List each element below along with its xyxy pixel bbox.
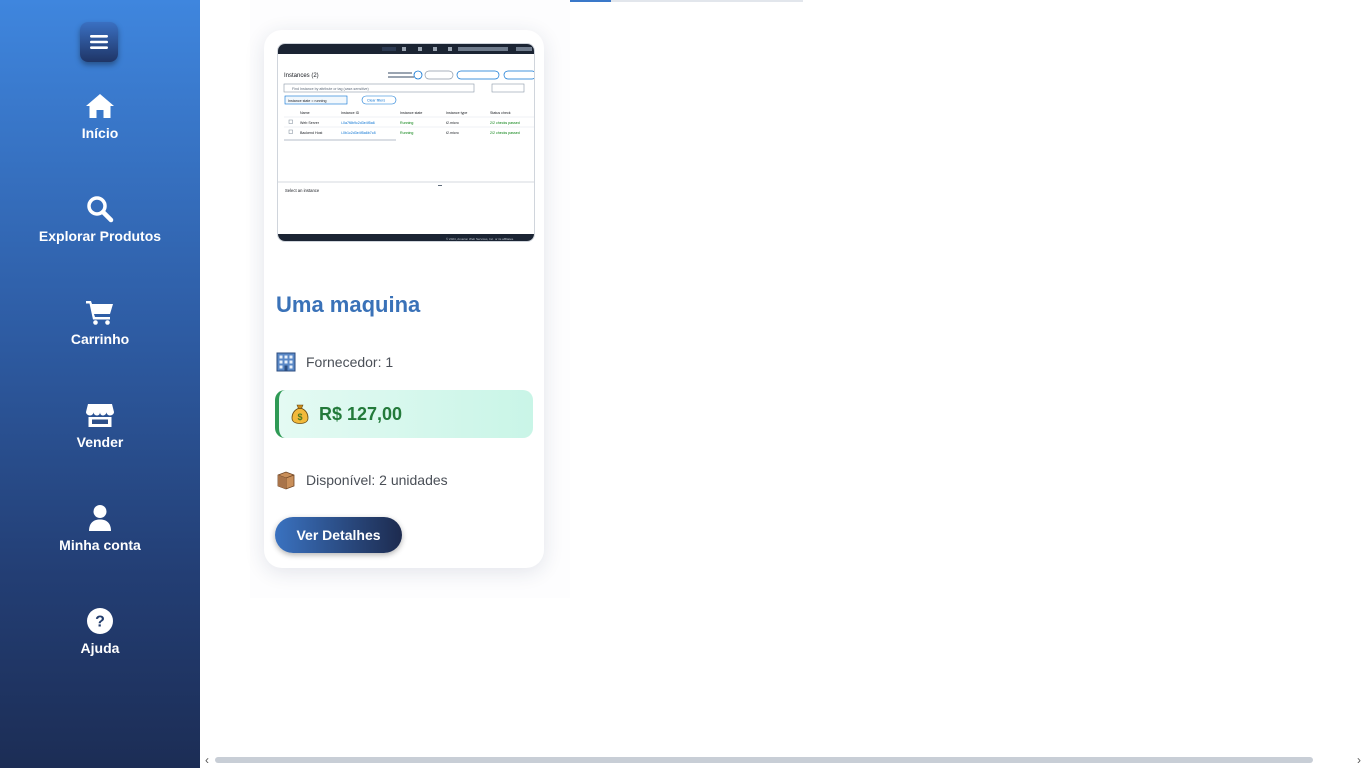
product-price: R$ 127,00 xyxy=(319,403,403,424)
hamburger-icon xyxy=(90,35,108,49)
thumb-row2-state: Running xyxy=(400,131,413,135)
building-icon xyxy=(276,352,296,372)
stock-text: Disponível: 2 unidades xyxy=(306,472,448,488)
sidebar-item-label: Vender xyxy=(76,434,124,450)
supplier-text: Fornecedor: 1 xyxy=(306,354,394,370)
sidebar-item-inicio[interactable]: Início xyxy=(0,92,200,141)
scroll-right-icon[interactable]: › xyxy=(1352,752,1366,768)
thumb-col-state: Instance state xyxy=(400,111,422,115)
search-icon xyxy=(86,195,114,223)
thumb-search: Find Instance by attribute or tag (case-… xyxy=(292,87,369,91)
sidebar-item-label: Início xyxy=(81,125,119,141)
money-bag-icon: $ xyxy=(291,404,309,424)
thumb-col-name: Name xyxy=(300,111,310,115)
scroll-left-icon[interactable]: ‹ xyxy=(200,752,214,768)
thumb-row1-state: Running xyxy=(400,121,413,125)
top-progress-active xyxy=(563,0,611,2)
thumb-row1-id: i-0a7f8b9c2d3e4f5a6 xyxy=(341,121,375,125)
sidebar-item-label: Minha conta xyxy=(59,537,141,553)
thumb-row2-name: Backend Host xyxy=(300,131,322,135)
stock-row: Disponível: 2 unidades xyxy=(276,470,448,490)
price-box: $ R$ 127,00 xyxy=(275,390,533,438)
thumb-row1-type: t2.micro xyxy=(446,121,459,125)
thumb-col-id: Instance ID xyxy=(341,111,360,115)
menu-toggle-button[interactable] xyxy=(80,22,118,62)
sidebar-item-minha-conta[interactable]: Minha conta xyxy=(0,504,200,553)
sidebar-item-label: Ajuda xyxy=(80,640,120,656)
horizontal-scrollbar[interactable]: ‹ › xyxy=(200,752,1366,768)
main-content: Instances (2) Find Instance by attribute… xyxy=(200,0,1366,768)
thumb-clear-filters: Clear filters xyxy=(367,99,385,103)
product-card[interactable]: Instances (2) Find Instance by attribute… xyxy=(264,30,544,568)
thumb-row2-status: 2/2 checks passed xyxy=(490,131,520,135)
thumb-row1-name: Web Server xyxy=(300,121,320,125)
sidebar-item-label: Explorar Produtos xyxy=(38,228,162,244)
supplier-row: Fornecedor: 1 xyxy=(276,352,393,372)
user-icon xyxy=(88,504,112,532)
home-icon xyxy=(85,92,115,120)
svg-text:$: $ xyxy=(297,412,302,422)
thumb-heading: Instances (2) xyxy=(284,73,319,79)
thumb-row2-type: t2.micro xyxy=(446,131,459,135)
scrollbar-thumb[interactable] xyxy=(215,757,1313,763)
cart-icon xyxy=(85,298,115,326)
thumb-col-type: Instance type xyxy=(446,111,467,115)
thumb-filter-chip: Instance state = running xyxy=(288,99,326,103)
thumb-select-text: Select an instance xyxy=(285,188,320,193)
product-thumbnail: Instances (2) Find Instance by attribute… xyxy=(277,43,535,242)
sidebar-item-label: Carrinho xyxy=(70,331,130,347)
sidebar: Início Explorar Produtos Carrinho Vender… xyxy=(0,0,200,768)
question-icon: ? xyxy=(86,607,114,635)
thumb-row1-status: 2/2 checks passed xyxy=(490,121,520,125)
thumb-row2-id: i-0b1c2d3e4f5a6b7c8 xyxy=(341,131,376,135)
sidebar-item-explorar-produtos[interactable]: Explorar Produtos xyxy=(0,195,200,244)
package-icon xyxy=(277,471,295,490)
store-icon xyxy=(85,401,115,429)
thumb-footer: © 2024, Amazon Web Services, Inc. or its… xyxy=(446,237,514,241)
sidebar-item-ajuda[interactable]: ? Ajuda xyxy=(0,607,200,656)
sidebar-item-vender[interactable]: Vender xyxy=(0,401,200,450)
svg-text:?: ? xyxy=(95,614,105,631)
view-details-button[interactable]: Ver Detalhes xyxy=(275,517,402,553)
product-title: Uma maquina xyxy=(276,292,421,317)
sidebar-item-carrinho[interactable]: Carrinho xyxy=(0,298,200,347)
thumb-col-status: Status check xyxy=(490,111,511,115)
top-progress-strip xyxy=(563,0,803,2)
